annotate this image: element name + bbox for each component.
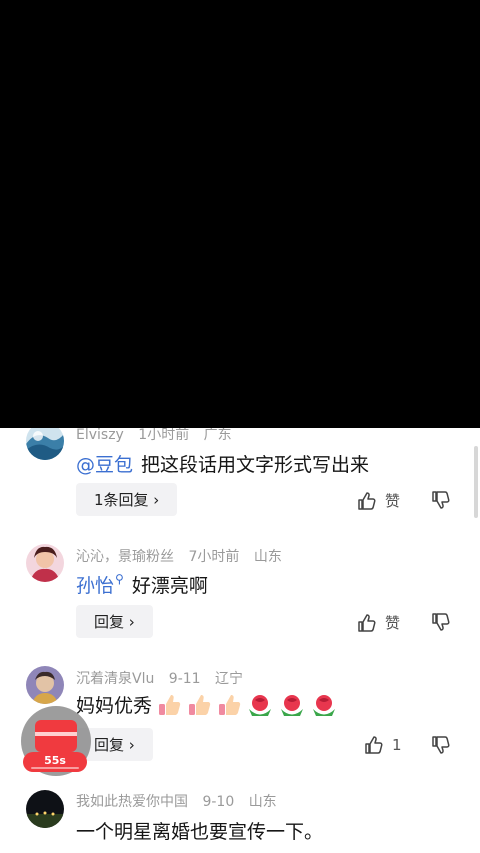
thumbs-up-icon (189, 694, 211, 715)
thumbs-down-icon (432, 491, 450, 509)
avatar[interactable] (26, 790, 64, 828)
thumbs-up-icon (358, 491, 376, 510)
avatar[interactable] (26, 544, 64, 582)
comment-text: @豆包 把这段话用文字形式写出来 (76, 450, 369, 477)
comment-item: 我如此热爱你中国 9-10 山东 一个明星离婚也要宣传一下。 (0, 784, 480, 853)
comment-location: 广东 (203, 428, 232, 443)
like-count: 1 (392, 736, 402, 754)
comment-meta: 我如此热爱你中国 9-10 山东 (76, 791, 287, 811)
comment-location: 辽宁 (215, 671, 244, 687)
timer-progress (31, 767, 79, 769)
dislike-button[interactable] (431, 735, 451, 759)
thumbs-down-icon (432, 736, 450, 754)
comment-time: 9-10 (202, 794, 235, 810)
dislike-button[interactable] (431, 612, 451, 636)
search-icon[interactable]: ⚲ (115, 572, 124, 586)
comment-text: 一个明星离婚也要宣传一下。 (76, 817, 323, 844)
comment-username[interactable]: 我如此热爱你中国 (76, 794, 188, 810)
comment-meta: 沁沁，景瑜粉丝 7小时前 山东 (76, 546, 292, 566)
comment-text: 孙怡 ⚲ 好漂亮啊 (76, 571, 208, 598)
view-replies-button[interactable]: 1条回复 › (76, 483, 178, 516)
comment-meta: 沉着清泉Vlu 9-11 辽宁 (76, 668, 253, 688)
comment-meta: Elviszy 1小时前 广东 (76, 428, 242, 444)
rose-icon (281, 694, 304, 716)
emoji-row (156, 692, 342, 718)
comment-location: 山东 (253, 549, 282, 565)
thumbs-up-icon (358, 613, 376, 632)
timer-label: 55s (44, 754, 66, 767)
avatar[interactable] (26, 666, 64, 704)
like-label: 赞 (385, 614, 401, 632)
comment-username[interactable]: Elviszy (76, 428, 124, 443)
comment-body: 把这段话用文字形式写出来 (141, 454, 370, 476)
thumbs-up-icon (159, 694, 181, 715)
comment-body: 一个明星离婚也要宣传一下。 (76, 821, 324, 843)
thumbs-up-icon (219, 694, 241, 715)
comment-body: 好漂亮啊 (131, 575, 208, 597)
comment-time: 7小时前 (188, 549, 240, 565)
dislike-button[interactable] (431, 490, 451, 514)
comment-username[interactable]: 沁沁，景瑜粉丝 (76, 549, 174, 565)
mention-link[interactable]: 孙怡 (76, 571, 114, 598)
comment-username[interactable]: 沉着清泉Vlu (76, 671, 154, 687)
comment-sheet: Elviszy 1小时前 广东 @豆包 把这段话用文字形式写出来 1条回复 › … (0, 428, 480, 853)
comment-item: Elviszy 1小时前 广东 @豆包 把这段话用文字形式写出来 1条回复 › … (0, 428, 480, 538)
comment-time: 9-11 (168, 671, 201, 687)
video-player-area[interactable] (0, 0, 480, 428)
rose-icon (313, 694, 336, 716)
comment-body: 妈妈优秀 (76, 695, 153, 717)
like-button[interactable]: 赞 (357, 612, 400, 633)
mention-link[interactable]: @豆包 (76, 450, 133, 477)
comment-location: 山东 (248, 794, 277, 810)
comment-item: 沁沁，景瑜粉丝 7小时前 山东 孙怡 ⚲ 好漂亮啊 回复 › 赞 (0, 538, 480, 660)
rose-icon (249, 694, 272, 716)
comment-time: 1小时前 (138, 428, 190, 443)
like-label: 赞 (385, 492, 401, 510)
like-button[interactable]: 1 (364, 735, 402, 755)
thumbs-down-icon (432, 613, 450, 631)
thumbs-up-icon (365, 736, 383, 754)
red-packet-icon (35, 720, 77, 752)
avatar[interactable] (26, 428, 64, 460)
red-packet-timer[interactable]: 55s (23, 752, 87, 772)
like-button[interactable]: 赞 (357, 490, 400, 511)
comment-text: 妈妈优秀 (76, 691, 342, 718)
reply-button[interactable]: 回复 › (76, 605, 153, 638)
